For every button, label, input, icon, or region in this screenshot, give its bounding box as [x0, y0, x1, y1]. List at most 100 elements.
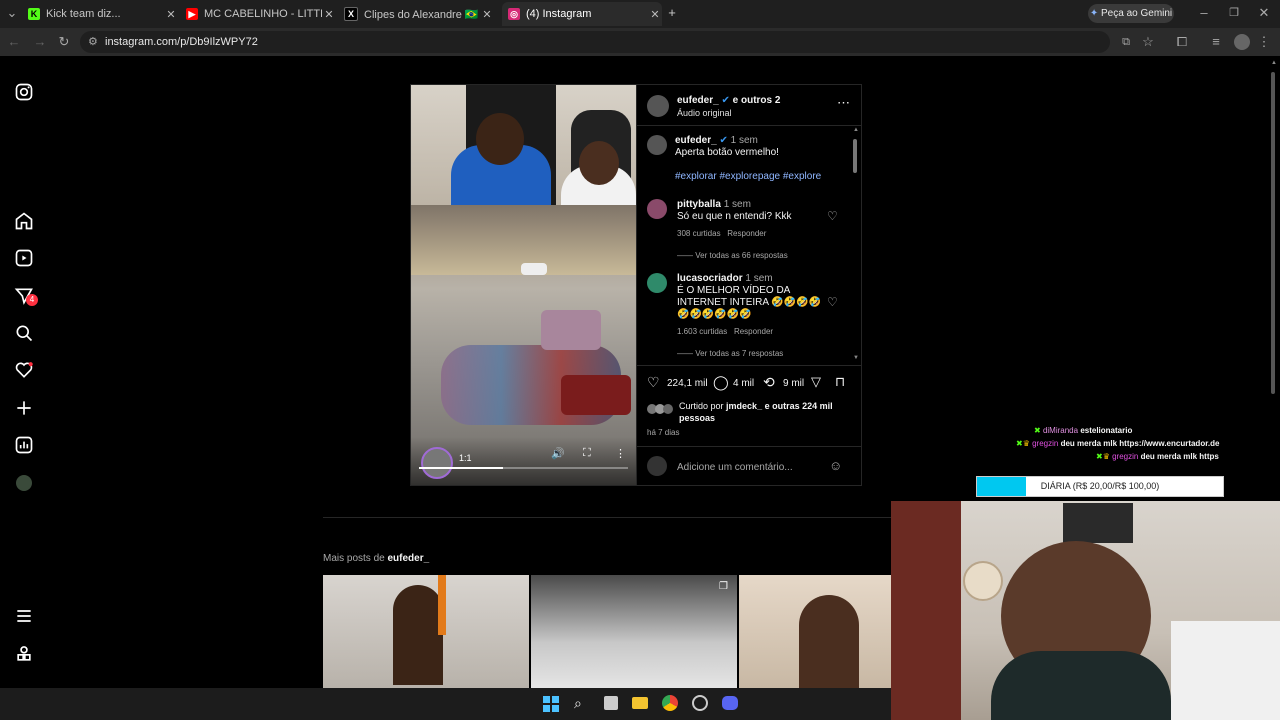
taskbar-search-icon[interactable]: ⌕: [574, 695, 582, 712]
caption-username[interactable]: eufeder_: [675, 135, 717, 146]
caption-avatar[interactable]: [647, 135, 667, 155]
discord-icon[interactable]: [722, 696, 738, 710]
browser-tab[interactable]: K Kick team diz... ✕: [28, 4, 178, 24]
url-text[interactable]: instagram.com/p/Db9IlzWPY72: [105, 36, 258, 48]
chat-crown-icon: ♛: [1102, 452, 1110, 461]
commenter-avatar[interactable]: [647, 273, 667, 293]
browser-tab[interactable]: X Clipes do Alexandre 🇧🇷 no X: "Ja ✕: [344, 4, 494, 24]
post-video[interactable]: 1:1 🔊 ⛶ ⋮: [411, 85, 636, 485]
comment-time: 1 sem: [723, 199, 751, 210]
chrome-icon[interactable]: [662, 695, 678, 711]
comment-icon[interactable]: ◯: [713, 374, 729, 391]
comment-header: lucasocriador 1 sem: [677, 273, 773, 284]
tab-search-icon[interactable]: ⌄: [4, 5, 20, 21]
more-post-thumbnail[interactable]: ❐: [531, 575, 737, 688]
commenter-avatar[interactable]: [647, 199, 667, 219]
view-replies-label: Ver todas as 7 respostas: [695, 349, 784, 358]
chrome-menu-icon[interactable]: ⋮: [1256, 34, 1272, 50]
more-menu-icon[interactable]: [14, 606, 34, 626]
dashboard-icon[interactable]: [14, 435, 34, 455]
creator-avatar[interactable]: [421, 447, 453, 479]
new-tab-icon[interactable]: +: [664, 5, 680, 21]
liked-by-avatars[interactable]: [647, 404, 677, 416]
caption-hashtags[interactable]: #explorar #explorepage #explore: [675, 171, 821, 182]
close-tab-icon[interactable]: ✕: [164, 8, 178, 21]
comment-time: 1 sem: [745, 273, 773, 284]
scroll-up-icon[interactable]: ▲: [853, 127, 859, 133]
share-icon[interactable]: ▽: [811, 374, 821, 390]
reposts-count[interactable]: 9 mil: [783, 378, 804, 389]
create-icon[interactable]: [14, 398, 34, 418]
author-avatar[interactable]: [647, 95, 669, 117]
post-date[interactable]: há 7 dias: [647, 428, 679, 437]
collab-others[interactable]: e outros 2: [733, 95, 781, 106]
obs-icon[interactable]: [692, 695, 708, 711]
likes-count[interactable]: 224,1 mil: [667, 378, 708, 389]
audio-label[interactable]: Áudio original: [677, 108, 732, 118]
profile-avatar[interactable]: [1234, 34, 1250, 50]
author-username[interactable]: eufeder_: [677, 95, 719, 106]
back-icon[interactable]: ←: [6, 34, 22, 50]
meta-icon[interactable]: [14, 644, 34, 664]
comment-like-heart-icon[interactable]: ♡: [827, 295, 839, 309]
fullscreen-icon[interactable]: ⛶: [583, 447, 591, 460]
more-posts-user[interactable]: eufeder_: [387, 553, 429, 564]
video-more-icon[interactable]: ⋮: [615, 447, 626, 460]
file-explorer-icon[interactable]: [632, 697, 648, 709]
view-replies[interactable]: —— Ver todas as 66 respostas: [677, 251, 788, 260]
reload-icon[interactable]: ↻: [56, 34, 72, 50]
liked-by-user[interactable]: jmdeck_: [726, 401, 762, 411]
like-heart-icon[interactable]: ♡: [647, 374, 660, 391]
reply-button[interactable]: Responder: [734, 327, 773, 336]
close-tab-icon[interactable]: ✕: [322, 8, 336, 21]
verified-icon: ✔: [719, 135, 728, 146]
page-scroll-thumb[interactable]: [1271, 72, 1275, 394]
scroll-up-icon[interactable]: ▲: [1271, 60, 1277, 66]
comment-input[interactable]: Adicione um comentário...: [677, 462, 793, 473]
restore-icon[interactable]: ❐: [1226, 5, 1242, 21]
browser-tab-active[interactable]: ◎ (4) Instagram ✕: [502, 2, 662, 26]
more-post-thumbnail[interactable]: [323, 575, 529, 688]
task-view-icon[interactable]: [604, 696, 618, 710]
comment-username[interactable]: lucasocriador: [677, 273, 743, 284]
comment-like-heart-icon[interactable]: ♡: [827, 209, 839, 223]
address-bar[interactable]: ⚙ instagram.com/p/Db9IlzWPY72: [80, 31, 1110, 53]
more-post-thumbnail[interactable]: [739, 575, 891, 688]
profile-icon[interactable]: [16, 475, 32, 491]
comment-likes[interactable]: 308 curtidas: [677, 229, 721, 238]
gemini-button[interactable]: ✦ Peça ao Gemini: [1088, 4, 1174, 23]
bookmark-star-icon[interactable]: ☆: [1140, 34, 1156, 50]
reply-button[interactable]: Responder: [727, 229, 766, 238]
install-icon[interactable]: ⧉: [1118, 34, 1134, 50]
volume-icon[interactable]: 🔊: [551, 447, 565, 460]
instagram-logo-icon[interactable]: [14, 82, 34, 102]
emoji-icon[interactable]: ☺: [829, 458, 842, 473]
notifications-icon[interactable]: [14, 360, 34, 380]
chat-badge-icon: ✖: [1034, 426, 1041, 435]
reels-icon[interactable]: [14, 248, 34, 268]
close-tab-icon[interactable]: ✕: [480, 8, 494, 21]
search-icon[interactable]: [14, 323, 34, 343]
video-progress-played[interactable]: [419, 467, 503, 469]
scroll-thumb[interactable]: [853, 139, 857, 173]
post-options-icon[interactable]: ⋯: [837, 95, 850, 111]
comment-username[interactable]: pittyballa: [677, 199, 721, 210]
comments-scrollbar[interactable]: ▲ ▼: [852, 127, 859, 363]
view-replies[interactable]: —— Ver todas as 7 respostas: [677, 349, 783, 358]
minimize-icon[interactable]: –: [1196, 5, 1212, 21]
comments-count[interactable]: 4 mil: [733, 378, 754, 389]
video-progress-track[interactable]: [503, 467, 628, 469]
close-window-icon[interactable]: ✕: [1256, 5, 1272, 21]
home-icon[interactable]: [14, 211, 34, 231]
scroll-down-icon[interactable]: ▼: [853, 355, 859, 361]
close-tab-icon[interactable]: ✕: [648, 8, 662, 21]
save-bookmark-icon[interactable]: ⊓: [835, 374, 845, 390]
extensions-icon[interactable]: ⧠: [1174, 34, 1190, 50]
site-info-icon[interactable]: ⚙: [88, 35, 98, 48]
comment-likes[interactable]: 1.603 curtidas: [677, 327, 727, 336]
forward-icon[interactable]: →: [32, 34, 48, 50]
repost-icon[interactable]: ⟲: [763, 374, 775, 391]
browser-tab[interactable]: ▶ MC CABELINHO - LITTLE HAIR ( ✕: [186, 4, 336, 24]
media-control-icon[interactable]: ≡: [1208, 34, 1224, 50]
windows-start-icon[interactable]: [543, 696, 559, 712]
